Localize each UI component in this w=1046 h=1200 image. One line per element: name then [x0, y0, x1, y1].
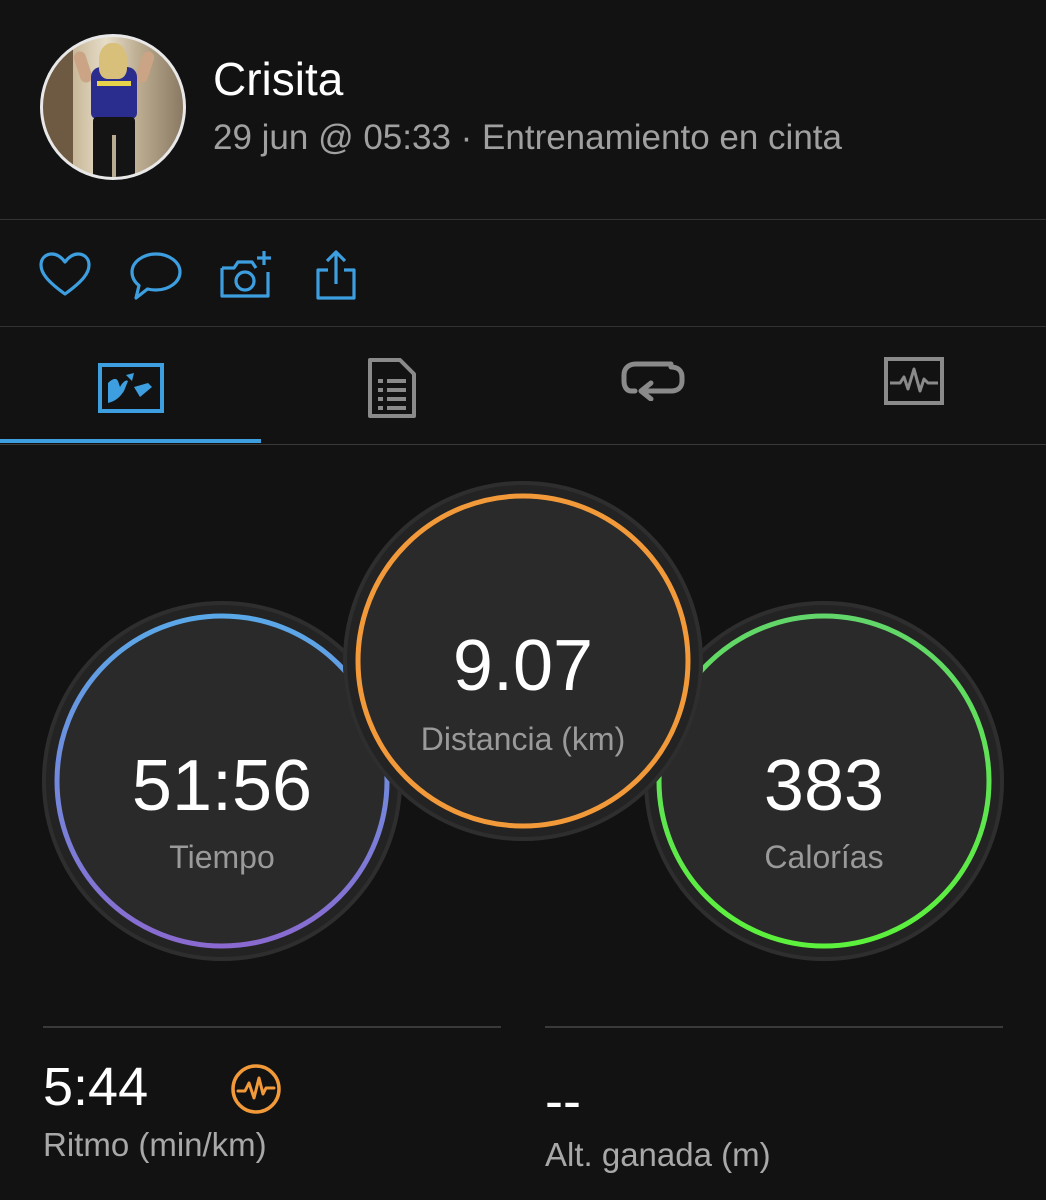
distance-value: 9.07	[452, 626, 594, 706]
tab-charts[interactable]	[783, 327, 1044, 445]
add-photo-button[interactable]	[218, 248, 274, 304]
share-icon	[316, 250, 356, 300]
pace-zone-icon[interactable]	[229, 1062, 283, 1116]
heart-icon	[39, 252, 91, 296]
stats-overview-icon	[97, 363, 164, 413]
heart-rate-chart-icon	[883, 357, 944, 405]
time-label: Tiempo	[169, 839, 275, 875]
comment-icon	[130, 252, 182, 300]
tab-laps[interactable]	[522, 327, 783, 445]
calories-value: 383	[763, 746, 885, 826]
time-value: 51:56	[131, 746, 313, 826]
pace-metric[interactable]: 5:44 Ritmo (min/km)	[43, 1026, 501, 1163]
details-list-icon	[367, 358, 416, 418]
pace-value: 5:44	[43, 1057, 149, 1117]
comment-button[interactable]	[128, 248, 184, 304]
pace-label: Ritmo (min/km)	[43, 1126, 267, 1163]
elevation-label: Alt. ganada (m)	[545, 1136, 771, 1173]
divider	[43, 1026, 501, 1028]
user-name[interactable]: Crisita	[213, 52, 343, 106]
add-photo-icon	[220, 251, 271, 298]
activity-date-type: 29 jun @ 05:33 · Entrenamiento en cinta	[213, 118, 842, 157]
elevation-metric[interactable]: -- Alt. ganada (m)	[545, 1026, 1003, 1173]
tab-details[interactable]	[261, 327, 522, 445]
like-button[interactable]	[37, 248, 93, 304]
active-tab-indicator	[0, 439, 261, 443]
tab-overview[interactable]	[0, 327, 261, 445]
share-button[interactable]	[308, 248, 364, 304]
elevation-value: --	[545, 1071, 581, 1131]
divider	[545, 1026, 1003, 1028]
action-bar	[0, 220, 1046, 326]
user-avatar[interactable]	[40, 34, 186, 180]
stats-summary: 51:56 Tiempo 9.07 Distancia (km) 383 Cal…	[0, 445, 1046, 1005]
activity-header: Crisita 29 jun @ 05:33 · Entrenamiento e…	[0, 0, 1046, 219]
laps-icon	[621, 361, 684, 401]
calories-label: Calorías	[764, 839, 884, 875]
distance-label: Distancia (km)	[420, 721, 626, 757]
activity-tabs	[0, 327, 1046, 445]
